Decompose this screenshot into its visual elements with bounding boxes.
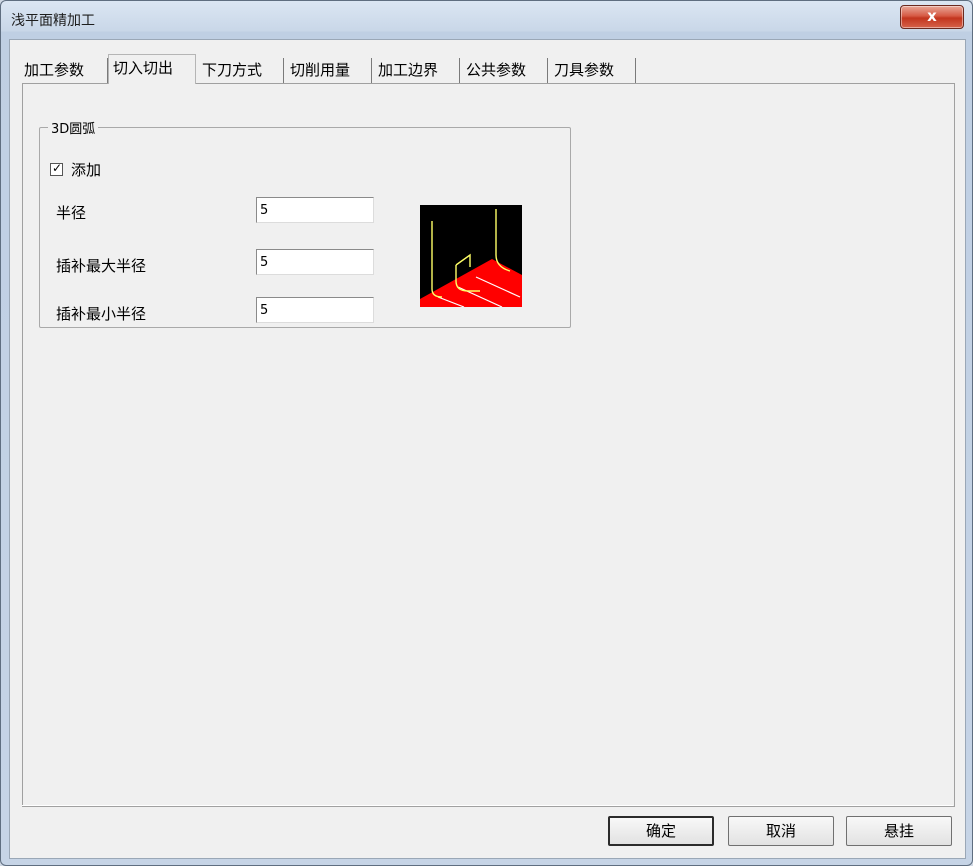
- close-button[interactable]: x: [900, 5, 964, 29]
- add-checkbox-row[interactable]: ✓ 添加: [50, 159, 101, 180]
- title-bar: 浅平面精加工 x: [1, 1, 972, 33]
- tab-lead-in-out[interactable]: 切入切出: [108, 54, 196, 84]
- tab-cutting-amount[interactable]: 切削用量: [286, 58, 372, 83]
- tab-tool-params[interactable]: 刀具参数: [550, 58, 636, 83]
- arc-3d-group: 3D圆弧 ✓ 添加 半径 插补最大半径 插补最小半径: [39, 118, 571, 328]
- footer-divider: [22, 805, 953, 806]
- max-interp-radius-label: 插补最大半径: [56, 257, 147, 275]
- ok-button[interactable]: 确定: [608, 816, 714, 846]
- radius-input[interactable]: [256, 197, 374, 223]
- tab-machining-params[interactable]: 加工参数: [20, 58, 108, 83]
- tab-plunge-method[interactable]: 下刀方式: [198, 58, 284, 83]
- checkmark-icon: ✓: [52, 161, 63, 175]
- tab-panel: 3D圆弧 ✓ 添加 半径 插补最大半径 插补最小半径: [22, 83, 955, 807]
- min-interp-radius-input[interactable]: [256, 297, 374, 323]
- suspend-button[interactable]: 悬挂: [846, 816, 952, 846]
- radius-label: 半径: [56, 204, 87, 222]
- add-checkbox[interactable]: ✓: [50, 161, 63, 176]
- group-legend: 3D圆弧: [51, 122, 96, 137]
- tab-machining-boundary[interactable]: 加工边界: [374, 58, 460, 83]
- tab-common-params[interactable]: 公共参数: [462, 58, 548, 83]
- cancel-button[interactable]: 取消: [728, 816, 834, 846]
- add-checkbox-label[interactable]: 添加: [71, 159, 101, 180]
- dialog-window: 浅平面精加工 x 加工参数 切入切出 下刀方式 切削用量 加工边界 公共参数 刀…: [0, 0, 973, 866]
- window-title: 浅平面精加工: [11, 13, 95, 29]
- lead-arc-preview-image: [420, 205, 522, 307]
- max-interp-radius-input[interactable]: [256, 249, 374, 275]
- dialog-client-area: 加工参数 切入切出 下刀方式 切削用量 加工边界 公共参数 刀具参数 3D圆弧 …: [9, 39, 966, 859]
- min-interp-radius-label: 插补最小半径: [56, 305, 147, 323]
